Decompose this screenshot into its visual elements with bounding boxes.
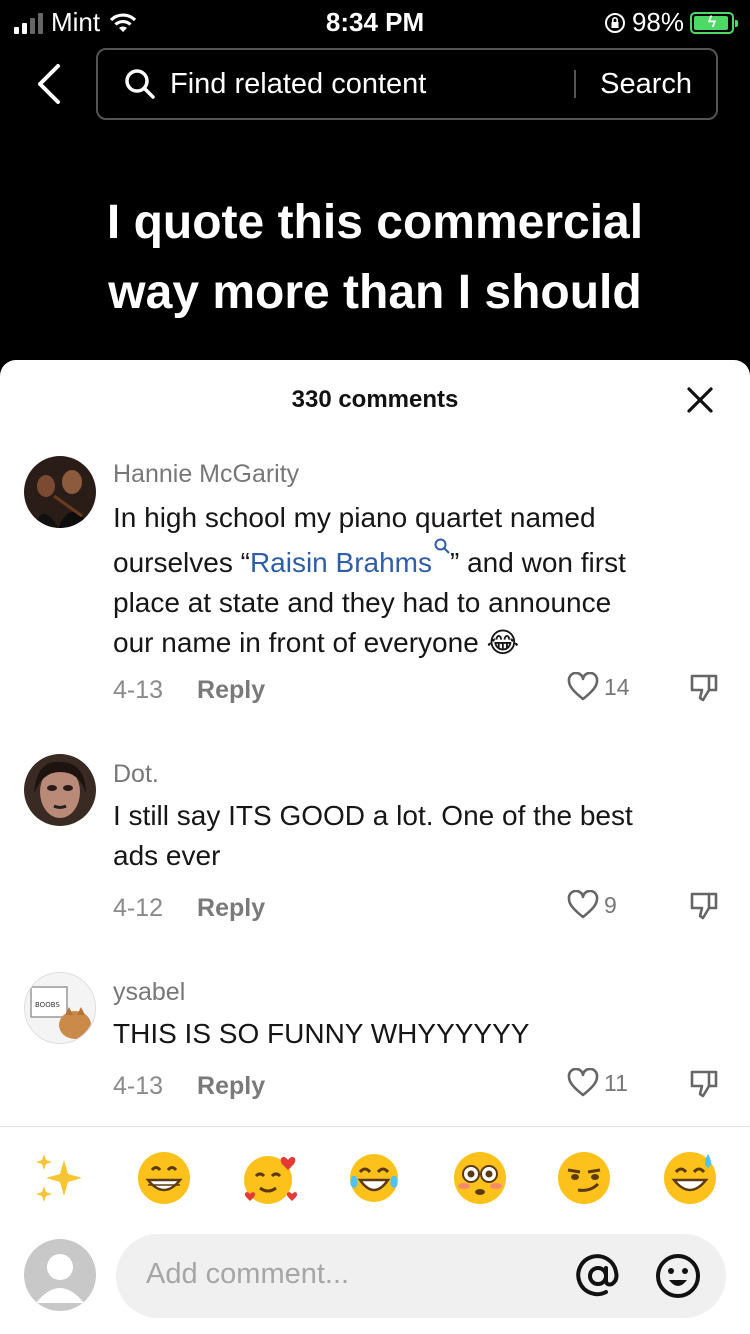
like-button[interactable]: 9 bbox=[566, 890, 617, 920]
orientation-lock-icon bbox=[604, 12, 625, 33]
svg-text:BOOBS: BOOBS bbox=[35, 1001, 60, 1009]
comment-line: ourselves “Raisin Brahms ” and won first bbox=[113, 538, 723, 583]
search-input[interactable]: Find related content bbox=[170, 68, 574, 101]
like-count: 9 bbox=[604, 891, 617, 918]
tears-of-joy-emoji: 😂 bbox=[486, 626, 520, 659]
comment-text: THIS IS SO FUNNY WHYYYYYY bbox=[113, 1014, 723, 1054]
tears-of-joy-emoji-icon[interactable] bbox=[346, 1150, 402, 1206]
avatar[interactable]: BOOBS bbox=[24, 972, 96, 1044]
like-count: 14 bbox=[604, 673, 630, 700]
dislike-icon[interactable] bbox=[688, 890, 720, 922]
back-arrow-icon[interactable] bbox=[30, 62, 70, 106]
sparkles-icon[interactable] bbox=[30, 1150, 86, 1206]
comments-sheet: 330 comments Hannie McGarity In high sch… bbox=[0, 360, 750, 1334]
comment-date: 4-13 bbox=[113, 676, 164, 704]
related-search-link[interactable]: Raisin Brahms bbox=[250, 547, 432, 578]
comment-text: I still say ITS GOOD a lot. One of the b… bbox=[113, 796, 723, 876]
close-icon[interactable] bbox=[686, 386, 714, 414]
comment-composer: Add comment... bbox=[0, 1234, 750, 1324]
avatar[interactable] bbox=[24, 456, 96, 528]
comment-line: In high school my piano quartet named bbox=[113, 502, 596, 533]
comment-line: I still say ITS GOOD a lot. One of the b… bbox=[113, 800, 633, 831]
like-button[interactable]: 11 bbox=[566, 1068, 628, 1098]
like-count: 11 bbox=[604, 1069, 628, 1096]
sweat-smile-emoji-icon[interactable] bbox=[662, 1150, 718, 1206]
search-icon bbox=[434, 538, 450, 554]
comment-input[interactable]: Add comment... bbox=[116, 1234, 726, 1318]
comment-text-segment: ” and won first bbox=[450, 547, 626, 578]
comment-date: 4-12 bbox=[113, 894, 164, 922]
comment-meta: 4-12 Reply bbox=[113, 894, 265, 923]
screen: Mint 8:34 PM 98% ϟ Find related content … bbox=[0, 0, 750, 1334]
comment-line: place at state and they had to announce bbox=[113, 587, 612, 618]
status-right: 98% ϟ bbox=[604, 7, 738, 38]
heart-icon bbox=[567, 672, 599, 701]
comment-line: our name in front of everyone 😂 bbox=[113, 623, 723, 663]
smirk-emoji-icon[interactable] bbox=[556, 1150, 612, 1206]
like-button[interactable]: 14 bbox=[566, 672, 630, 702]
comment-line: THIS IS SO FUNNY WHYYYYYY bbox=[113, 1018, 530, 1049]
comment-username[interactable]: ysabel bbox=[113, 978, 185, 1007]
mention-icon[interactable] bbox=[574, 1252, 622, 1300]
comment-username[interactable]: Hannie McGarity bbox=[113, 460, 299, 489]
caption-line: I quote this commercial bbox=[106, 196, 644, 249]
caption-line: way more than I should bbox=[108, 266, 642, 319]
comments-count-title: 330 comments bbox=[291, 386, 459, 413]
heart-icon bbox=[567, 1068, 599, 1097]
reply-button[interactable]: Reply bbox=[197, 894, 265, 923]
emoji-picker-icon[interactable] bbox=[654, 1252, 702, 1300]
comment-line: ads ever bbox=[113, 840, 221, 871]
search-icon bbox=[125, 69, 155, 99]
comment-input-placeholder: Add comment... bbox=[146, 1258, 350, 1290]
video-caption: I quote this commercial way more than I … bbox=[0, 188, 750, 328]
search-bar[interactable]: Find related content Search bbox=[96, 48, 718, 120]
grinning-emoji-icon[interactable] bbox=[136, 1150, 192, 1206]
search-button[interactable]: Search bbox=[600, 68, 692, 101]
comment-username[interactable]: Dot. bbox=[113, 760, 159, 789]
quick-emoji-row bbox=[0, 1150, 750, 1210]
comment-meta: 4-13 Reply bbox=[113, 676, 265, 705]
my-avatar bbox=[24, 1239, 96, 1311]
heart-icon bbox=[567, 890, 599, 919]
dislike-icon[interactable] bbox=[688, 672, 720, 704]
flushed-emoji-icon[interactable] bbox=[452, 1150, 508, 1206]
comment-text-segment: our name in front of everyone bbox=[113, 627, 479, 658]
status-bar: Mint 8:34 PM 98% ϟ bbox=[0, 0, 750, 44]
comment-meta: 4-13 Reply bbox=[113, 1072, 265, 1101]
divider bbox=[0, 1126, 750, 1127]
battery-icon: ϟ bbox=[690, 11, 738, 34]
comment-text: In high school my piano quartet named ou… bbox=[113, 498, 723, 663]
search-divider bbox=[574, 70, 577, 98]
smiling-hearts-emoji-icon[interactable] bbox=[242, 1150, 298, 1206]
comment-text-segment: ourselves “ bbox=[113, 547, 250, 578]
dislike-icon[interactable] bbox=[688, 1068, 720, 1100]
avatar[interactable] bbox=[24, 754, 96, 826]
reply-button[interactable]: Reply bbox=[197, 676, 265, 705]
reply-button[interactable]: Reply bbox=[197, 1072, 265, 1101]
battery-percent: 98% bbox=[631, 7, 684, 37]
comment-date: 4-13 bbox=[113, 1072, 164, 1100]
